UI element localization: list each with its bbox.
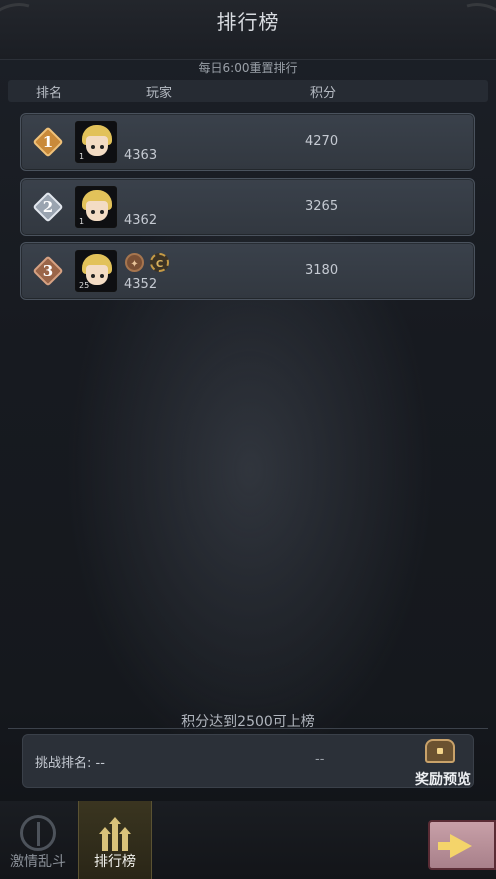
player-score: 3265 bbox=[305, 199, 339, 214]
table-header: 排名 玩家 积分 bbox=[8, 80, 488, 102]
player-id: 4363 bbox=[124, 148, 158, 163]
arena-icon bbox=[20, 815, 56, 851]
tab-label: 激情乱斗 bbox=[10, 854, 66, 870]
player-score: 3180 bbox=[305, 263, 339, 278]
table-row[interactable]: 1 1 4363 4270 bbox=[20, 113, 475, 171]
c-medal-icon[interactable]: C bbox=[150, 253, 169, 272]
rank-number: 1 bbox=[42, 133, 54, 151]
divider bbox=[8, 728, 488, 729]
next-button[interactable] bbox=[428, 820, 496, 870]
page-title: 排行榜 bbox=[216, 10, 280, 34]
column-player: 玩家 bbox=[146, 86, 173, 101]
challenge-rank-label: 挑战排名: -- bbox=[35, 756, 105, 771]
bottom-tab-bar: 激情乱斗 排行榜 bbox=[0, 801, 496, 879]
player-score: 4270 bbox=[305, 134, 339, 149]
player-id: 4352 bbox=[124, 277, 158, 292]
arrow-right-icon bbox=[438, 834, 472, 858]
tab-ranking[interactable]: 排行榜 bbox=[78, 801, 152, 879]
avatar[interactable]: 1 bbox=[75, 186, 117, 228]
rank-number: 3 bbox=[42, 262, 54, 280]
tab-label: 排行榜 bbox=[94, 854, 136, 870]
avatar[interactable]: 1 bbox=[75, 121, 117, 163]
avatar[interactable]: 25 bbox=[75, 250, 117, 292]
reward-preview-button[interactable]: 奖励预览 bbox=[415, 769, 471, 789]
player-level: 25 bbox=[79, 281, 90, 290]
reset-note: 每日6:00重置排行 bbox=[198, 61, 298, 75]
tab-brawl[interactable]: 激情乱斗 bbox=[0, 801, 76, 879]
player-level: 1 bbox=[79, 217, 85, 226]
table-row[interactable]: 3 25 ✦ C 4352 3180 bbox=[20, 242, 475, 300]
challenge-rank-value: -- bbox=[315, 752, 325, 767]
ranking-icon bbox=[97, 815, 133, 851]
medal-icon[interactable]: ✦ bbox=[125, 253, 144, 272]
challenge-panel: 挑战排名: -- -- 奖励预览 bbox=[22, 734, 474, 788]
treasure-chest-icon[interactable] bbox=[425, 739, 455, 763]
table-row[interactable]: 2 1 4362 3265 bbox=[20, 178, 475, 236]
player-level: 1 bbox=[79, 152, 85, 161]
rank-number: 2 bbox=[42, 198, 54, 216]
player-id: 4362 bbox=[124, 213, 158, 228]
column-rank: 排名 bbox=[36, 86, 63, 101]
column-score: 积分 bbox=[310, 86, 337, 101]
